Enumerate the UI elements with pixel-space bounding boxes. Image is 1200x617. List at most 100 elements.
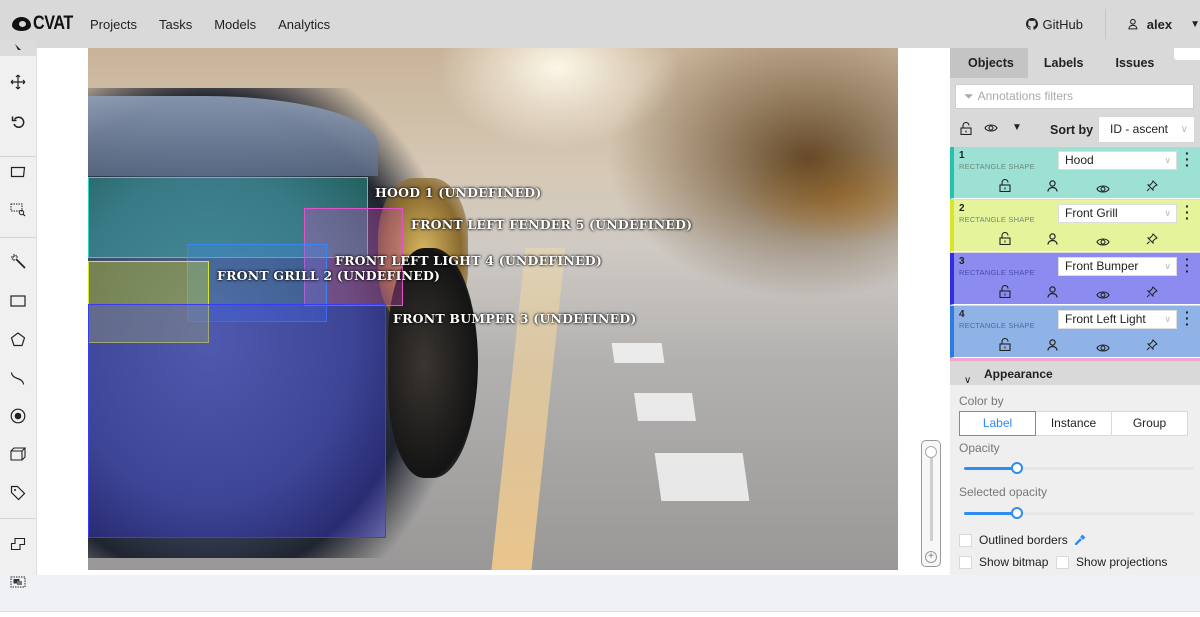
pin-icon[interactable] bbox=[1146, 179, 1158, 197]
object-item[interactable]: 3 RECTANGLE SHAPE Front Bumper ∨ · · · bbox=[950, 252, 1200, 305]
zoom-slider-handle[interactable] bbox=[925, 446, 937, 458]
points-tool[interactable] bbox=[0, 401, 36, 431]
move-tool[interactable] bbox=[0, 67, 36, 97]
show-projections-box[interactable] bbox=[1056, 555, 1069, 569]
polyline-tool[interactable] bbox=[0, 363, 36, 393]
object-item[interactable]: 1 RECTANGLE SHAPE Hood ∨ · · · bbox=[950, 146, 1200, 199]
opacity-slider[interactable] bbox=[964, 462, 1194, 474]
tab-objects[interactable]: Objects bbox=[950, 48, 1028, 78]
opacity-slider-handle[interactable] bbox=[1011, 462, 1023, 474]
eye-icon[interactable] bbox=[1096, 340, 1110, 358]
object-item-5-partial[interactable] bbox=[950, 358, 1200, 361]
lock-icon[interactable] bbox=[999, 179, 1011, 197]
pin-icon[interactable] bbox=[1146, 232, 1158, 250]
cvat-logo-text: CVAT bbox=[33, 13, 73, 34]
road-dash bbox=[611, 343, 665, 363]
sidebar-collapse-handle[interactable] bbox=[1174, 48, 1200, 60]
outlined-borders-box[interactable] bbox=[959, 533, 972, 547]
chevron-down-icon: ∨ bbox=[964, 375, 972, 386]
user-name: alex bbox=[1146, 16, 1173, 32]
filter-icon: ⏷ bbox=[964, 89, 974, 103]
color-by-group-option[interactable]: Group bbox=[1112, 411, 1188, 436]
sort-by-select[interactable]: ID - ascent ∨ bbox=[1098, 116, 1195, 143]
annotations-filter-input[interactable]: ⏷ Annotations filters bbox=[955, 84, 1194, 109]
merge-tool[interactable] bbox=[0, 529, 36, 559]
more-options-icon[interactable]: · · · bbox=[1185, 252, 1190, 278]
bounding-box-front-bumper[interactable] bbox=[88, 304, 386, 538]
outlined-borders-checkbox[interactable]: Outlined borders bbox=[959, 533, 1086, 547]
magic-wand-tool[interactable] bbox=[0, 246, 36, 276]
cuboid-tool[interactable] bbox=[0, 439, 36, 469]
color-by-instance-option[interactable]: Instance bbox=[1036, 411, 1112, 436]
github-label: GitHub bbox=[1042, 16, 1083, 32]
eye-all-icon[interactable] bbox=[984, 123, 998, 133]
rectangle-tool[interactable] bbox=[0, 286, 36, 316]
user-menu[interactable]: alex ▼ bbox=[1128, 17, 1200, 32]
object-type: RECTANGLE SHAPE bbox=[959, 268, 1035, 277]
group-tool[interactable] bbox=[0, 570, 36, 594]
opacity-slider-rail bbox=[1015, 467, 1194, 470]
object-label-select[interactable]: Hood ∨ bbox=[1058, 151, 1177, 170]
eye-icon[interactable] bbox=[1096, 234, 1110, 252]
object-id: 2 bbox=[959, 203, 965, 214]
nav-tasks[interactable]: Tasks bbox=[159, 17, 192, 32]
occluded-user-icon[interactable] bbox=[1047, 285, 1058, 303]
appearance-header[interactable]: ∨ Appearance bbox=[950, 363, 1200, 386]
object-type: RECTANGLE SHAPE bbox=[959, 162, 1035, 171]
color-by-label-option[interactable]: Label bbox=[959, 411, 1036, 436]
lock-icon[interactable] bbox=[999, 338, 1011, 356]
zoom-slider[interactable]: + bbox=[921, 440, 941, 567]
nav-models[interactable]: Models bbox=[214, 17, 256, 32]
object-type: RECTANGLE SHAPE bbox=[959, 215, 1035, 224]
github-icon bbox=[1025, 18, 1038, 30]
nav-analytics[interactable]: Analytics bbox=[278, 17, 330, 32]
rotate-tool[interactable] bbox=[0, 106, 36, 136]
object-item[interactable]: 4 RECTANGLE SHAPE Front Left Light ∨ · · · bbox=[950, 305, 1200, 358]
object-label-select[interactable]: Front Bumper ∨ bbox=[1058, 257, 1177, 276]
more-options-icon[interactable]: · · · bbox=[1185, 305, 1190, 331]
points-icon bbox=[10, 408, 26, 424]
show-bitmap-checkbox[interactable]: Show bitmap bbox=[959, 555, 1048, 569]
show-projections-checkbox[interactable]: Show projections bbox=[1056, 555, 1167, 569]
cvat-logo[interactable]: CVAT bbox=[12, 13, 80, 35]
polyline-icon bbox=[10, 371, 25, 385]
object-label-select[interactable]: Front Left Light ∨ bbox=[1058, 310, 1177, 329]
tab-issues[interactable]: Issues bbox=[1099, 48, 1170, 78]
cursor-tool[interactable] bbox=[0, 40, 36, 56]
pin-icon[interactable] bbox=[1146, 285, 1158, 303]
cuboid-icon bbox=[10, 447, 26, 461]
occluded-user-icon[interactable] bbox=[1047, 232, 1058, 250]
tag-tool[interactable] bbox=[0, 478, 36, 508]
occluded-user-icon[interactable] bbox=[1047, 179, 1058, 197]
polygon-tool[interactable] bbox=[0, 324, 36, 354]
lock-icon[interactable] bbox=[999, 232, 1011, 250]
show-bitmap-box[interactable] bbox=[959, 555, 972, 569]
pin-icon[interactable] bbox=[1146, 338, 1158, 356]
lock-all-icon[interactable] bbox=[960, 122, 972, 135]
color-by-radio-group: Label Instance Group bbox=[959, 411, 1188, 436]
zoom-in-icon[interactable]: + bbox=[925, 551, 937, 563]
zoom-region-tool[interactable] bbox=[0, 195, 36, 225]
tab-labels[interactable]: Labels bbox=[1028, 48, 1100, 78]
selected-opacity-slider-handle[interactable] bbox=[1011, 507, 1023, 519]
eye-icon[interactable] bbox=[1096, 287, 1110, 305]
eye-icon[interactable] bbox=[1096, 181, 1110, 199]
color-by-label: Color by bbox=[959, 394, 1004, 408]
occluded-user-icon[interactable] bbox=[1047, 338, 1058, 356]
move-icon bbox=[10, 74, 26, 90]
more-options-icon[interactable]: · · · bbox=[1185, 146, 1190, 172]
road-center-line bbox=[490, 248, 566, 570]
object-item[interactable]: 2 RECTANGLE SHAPE Front Grill ∨ · · · bbox=[950, 199, 1200, 252]
selected-opacity-slider[interactable] bbox=[964, 507, 1194, 519]
object-label-select[interactable]: Front Grill ∨ bbox=[1058, 204, 1177, 223]
color-picker-icon[interactable] bbox=[1074, 534, 1086, 546]
nav-projects[interactable]: Projects bbox=[90, 17, 137, 32]
fit-image-tool[interactable] bbox=[0, 157, 36, 187]
expand-all-icon[interactable]: ▼ bbox=[1012, 122, 1022, 133]
github-link[interactable]: GitHub bbox=[1025, 9, 1106, 39]
cvat-logo-icon bbox=[12, 17, 32, 31]
annotation-canvas[interactable]: HOOD 1 (UNDEFINED) FRONT LEFT FENDER 5 (U… bbox=[37, 48, 950, 575]
more-options-icon[interactable]: · · · bbox=[1185, 199, 1190, 225]
lock-icon[interactable] bbox=[999, 285, 1011, 303]
bounding-box-caption: FRONT BUMPER 3 (UNDEFINED) bbox=[393, 311, 637, 326]
